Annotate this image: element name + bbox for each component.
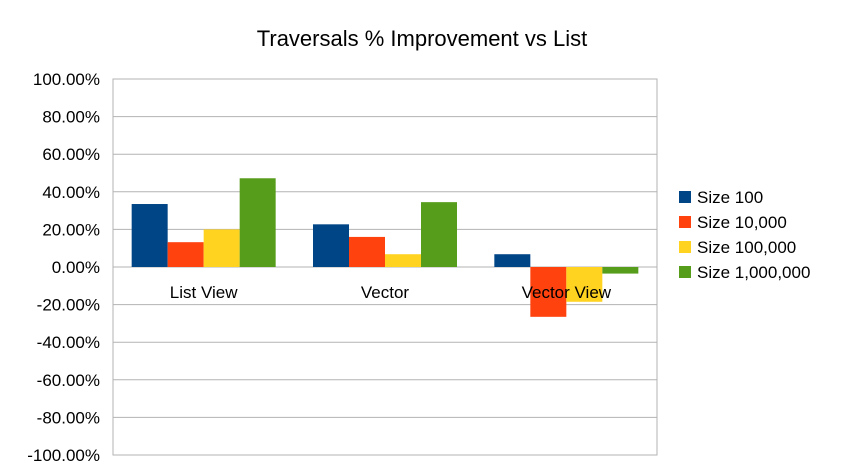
legend-label: Size 1,000,000 [697,263,810,282]
legend: Size 100 Size 10,000 Size 100,000 Size 1,00… [679,188,810,282]
legend-label: Size 100,000 [697,238,796,257]
legend-swatch [679,266,691,278]
bar [421,202,457,267]
bar [602,267,639,274]
bar [131,204,168,267]
legend-swatch [679,216,691,228]
y-tick-label: 100.00% [33,70,100,89]
y-tick-label: -80.00% [37,408,100,427]
legend-label: Size 10,000 [697,213,787,232]
y-tick-label: 80.00% [42,108,100,127]
legend-label: Size 100 [697,188,763,207]
category-label: Vector [361,283,410,302]
y-axis-ticks: 100.00% 80.00% 60.00% 40.00% 20.00% 0.00% -20.… [27,70,100,465]
bar [349,236,385,267]
bar [494,254,531,267]
category-label: Vector View [522,283,612,302]
legend-swatch [679,191,691,203]
bar [203,229,240,267]
bar [167,242,204,267]
chart: Traversals % Improvement vs List 100.00%… [27,26,810,465]
y-tick-label: -40.00% [37,333,100,352]
legend-swatch [679,241,691,253]
y-tick-label: -60.00% [37,371,100,390]
y-tick-label: 60.00% [42,145,100,164]
chart-title: Traversals % Improvement vs List [257,26,588,51]
y-tick-label: 0.00% [52,258,100,277]
y-tick-label: -20.00% [37,296,100,315]
bar [239,178,276,267]
category-labels: List View Vector Vector View [170,283,612,302]
y-tick-label: -100.00% [27,446,100,465]
bar [313,224,349,267]
y-tick-label: 20.00% [42,220,100,239]
y-tick-label: 40.00% [42,183,100,202]
category-label: List View [170,283,238,302]
bar [385,254,421,267]
